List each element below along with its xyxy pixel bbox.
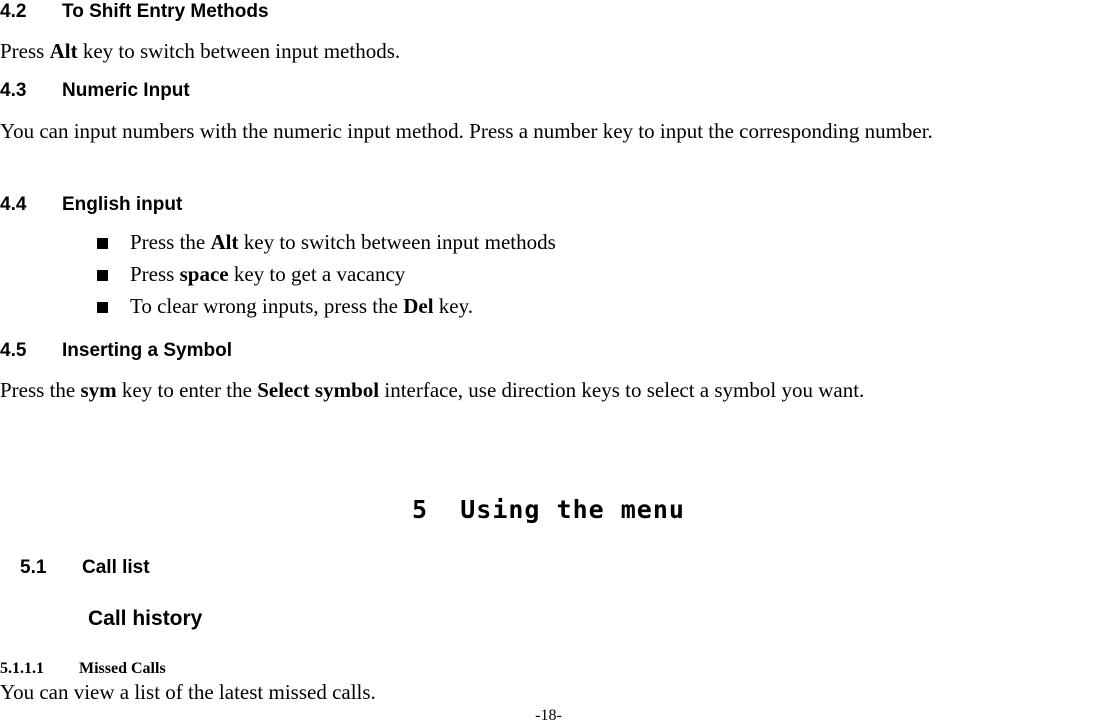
list-item: Press the Alt key to switch between inpu…: [0, 227, 1097, 259]
paragraph-4-2-pre: Press: [0, 38, 50, 63]
heading-5-1: 5.1 Call list: [0, 557, 1097, 579]
square-bullet-icon: [97, 269, 108, 281]
square-bullet-icon: [97, 301, 108, 313]
chapter-heading: 5 Using the menu: [0, 495, 1097, 524]
paragraph-4-5-pre: Press the: [0, 377, 81, 402]
heading-4-4-title: English input: [62, 194, 183, 215]
heading-5-1-1-1-title: Missed Calls: [79, 660, 166, 677]
bullet-pre: Press: [130, 261, 180, 286]
paragraph-4-5-mid: key to enter the: [116, 377, 258, 402]
section-4-2: 4.2 To Shift Entry Methods Press Alt key …: [0, 1, 1097, 65]
page-footer: -18-: [0, 707, 1097, 725]
section-4-4: 4.4 English input Press the Alt key to sw…: [0, 194, 1097, 323]
paragraph-4-2-bold: Alt: [49, 38, 78, 63]
paragraph-4-5-bold-sym: sym: [80, 377, 117, 402]
bullet-list-4-4: Press the Alt key to switch between inpu…: [0, 227, 1097, 323]
list-item: To clear wrong inputs, press the Del key…: [0, 291, 1097, 323]
heading-5-1-title: Call list: [82, 557, 150, 578]
section-4-5: 4.5 Inserting a Symbol Press the sym key …: [0, 340, 1097, 404]
bullet-post: key to get a vacancy: [228, 261, 406, 286]
heading-4-2: 4.2 To Shift Entry Methods: [0, 1, 1097, 23]
heading-4-3-number: 4.3: [0, 80, 27, 101]
bullet-post: key.: [433, 293, 474, 318]
heading-4-3-title: Numeric Input: [62, 80, 190, 101]
paragraph-missed-calls: You can view a list of the latest missed…: [0, 680, 376, 704]
heading-4-4: 4.4 English input: [0, 194, 1097, 216]
bullet-pre: To clear wrong inputs, press the: [130, 293, 404, 318]
bullet-bold: Alt: [210, 229, 239, 254]
chapter-5: 5 Using the menu: [0, 495, 1097, 524]
square-bullet-icon: [97, 237, 108, 249]
heading-4-5-number: 4.5: [0, 340, 27, 361]
paragraph-4-2-post: key to switch between input methods.: [77, 38, 401, 63]
section-5-1: 5.1 Call list Call history 5.1.1.1 Missed …: [0, 557, 1097, 706]
heading-4-5-title: Inserting a Symbol: [62, 340, 232, 361]
paragraph-4-5: Press the sym key to enter the Select sy…: [0, 378, 1097, 404]
heading-4-4-number: 4.4: [0, 194, 27, 215]
bullet-post: key to switch between input methods: [238, 229, 556, 254]
heading-5-1-1-1: 5.1.1.1 Missed Calls: [0, 660, 1097, 678]
heading-call-history: Call history: [88, 607, 203, 630]
bullet-bold: space: [179, 261, 229, 286]
heading-4-5: 4.5 Inserting a Symbol: [0, 340, 1097, 362]
paragraph-4-2: Press Alt key to switch between input me…: [0, 39, 1097, 65]
chapter-gap: [428, 495, 460, 524]
section-4-3: 4.3 Numeric Input You can input numbers w…: [0, 80, 1097, 145]
paragraph-4-5-post: interface, use direction keys to select …: [379, 377, 865, 402]
heading-4-3: 4.3 Numeric Input: [0, 80, 1097, 102]
chapter-number: 5: [412, 495, 429, 524]
heading-5-1-number: 5.1: [20, 557, 47, 578]
document-page: 4.2 To Shift Entry Methods Press Alt key …: [0, 0, 1097, 726]
heading-4-2-title: To Shift Entry Methods: [62, 1, 269, 22]
bullet-pre: Press the: [130, 229, 211, 254]
paragraph-4-3: You can input numbers with the numeric i…: [0, 118, 933, 143]
heading-4-2-number: 4.2: [0, 1, 27, 22]
bullet-bold: Del: [403, 293, 434, 318]
list-item: Press space key to get a vacancy: [0, 259, 1097, 291]
chapter-title: Using the menu: [460, 495, 685, 524]
paragraph-4-5-bold-select-symbol: Select symbol: [257, 377, 380, 402]
page-number: -18-: [535, 707, 562, 724]
heading-5-1-1-1-number: 5.1.1.1: [0, 660, 44, 677]
